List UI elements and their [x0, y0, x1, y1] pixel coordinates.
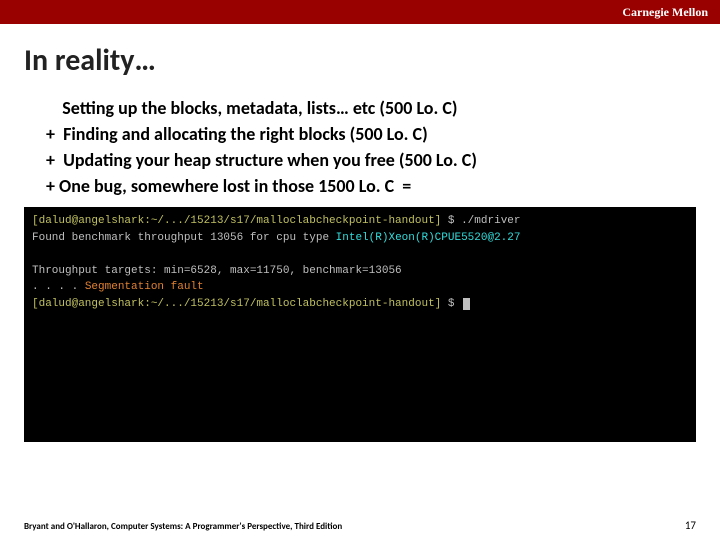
terminal-segfault: Segmentation fault: [85, 281, 204, 293]
terminal-line: Throughput targets: min=6528, max=11750,…: [32, 265, 402, 277]
terminal-cpu: Intel(R)Xeon(R)CPUE5520@2.27: [336, 232, 521, 244]
terminal-prompt: [dalud@angelshark:~/.../15213/s17/malloc…: [32, 215, 441, 227]
bullet-line: + Updating your heap structure when you …: [46, 147, 690, 173]
terminal-command: $: [441, 298, 461, 310]
header-band: Carnegie Mellon: [0, 0, 720, 24]
terminal-dots: . . . .: [32, 281, 85, 293]
bullet-list: Setting up the blocks, metadata, lists… …: [46, 95, 690, 199]
footer: Bryant and O'Hallaron, Computer Systems:…: [24, 519, 696, 532]
bullet-line: + Finding and allocating the right block…: [46, 121, 690, 147]
slide-title: In reality…: [24, 42, 720, 79]
bullet-line: + One bug, somewhere lost in those 1500 …: [46, 173, 690, 199]
terminal-command: $ ./mdriver: [441, 215, 520, 227]
page-number: 17: [685, 519, 696, 532]
bullet-line: Setting up the blocks, metadata, lists… …: [46, 95, 690, 121]
terminal-blank: [32, 248, 39, 260]
terminal-output: [dalud@angelshark:~/.../15213/s17/malloc…: [24, 207, 696, 442]
terminal-prompt: [dalud@angelshark:~/.../15213/s17/malloc…: [32, 298, 441, 310]
terminal-cursor-icon: [463, 298, 470, 310]
brand-label: Carnegie Mellon: [622, 5, 708, 20]
terminal-line: Found benchmark throughput 13056 for cpu…: [32, 232, 336, 244]
footer-attribution: Bryant and O'Hallaron, Computer Systems:…: [24, 521, 342, 532]
